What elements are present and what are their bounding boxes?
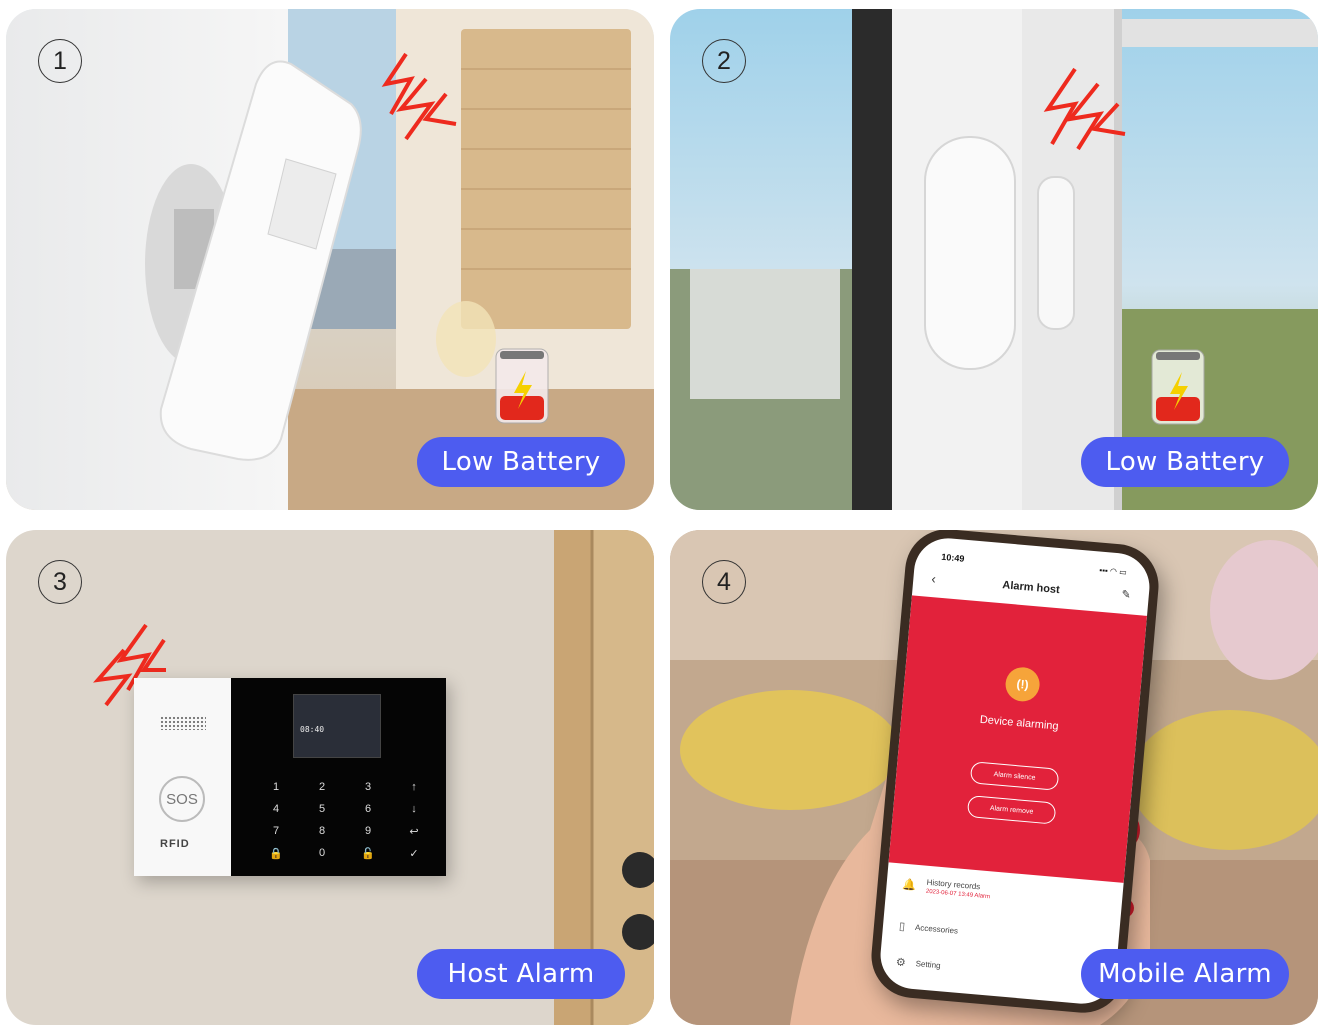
key[interactable]: 0 [299,842,345,864]
step-number-badge: 1 [38,39,82,83]
status-time: 10:49 [940,551,965,564]
panel-motion-sensor: 1 Low Battery [6,9,654,510]
key[interactable]: ↑ [391,776,437,798]
key[interactable]: 🔒 [253,842,299,864]
alarm-bell-icon: (!) [1004,665,1041,703]
bell-icon: 🔔 [902,878,917,892]
smartphone: 10:49 ▪▪▪ ◠ ▭ ‹ Alarm host ✎ (!) Device … [868,530,1162,1017]
phone-screen: 10:49 ▪▪▪ ◠ ▭ ‹ Alarm host ✎ (!) Device … [877,535,1153,1007]
step-number-badge: 2 [702,39,746,83]
accessories-label: Accessories [914,922,959,936]
rfid-label: RFID [160,838,190,850]
mobile-alarm-label: Mobile Alarm [1081,949,1289,999]
setting-label: Setting [915,959,941,971]
host-alarm-label: Host Alarm [417,949,625,999]
key[interactable]: ↩ [391,820,437,842]
accessories-row[interactable]: ▯ Accessories [898,920,1102,951]
alarm-status-area: (!) Device alarming Alarm silence Alarm … [888,595,1148,883]
panel-host-alarm: SOS RFID 08:40 1 2 3 ↑ 4 5 6 ↓ 7 8 9 ↩ 🔒… [6,530,654,1025]
low-battery-label: Low Battery [417,437,625,487]
key[interactable]: 9 [345,820,391,842]
key[interactable]: 4 [253,798,299,820]
edit-icon[interactable]: ✎ [1121,588,1131,602]
key[interactable]: 8 [299,820,345,842]
key[interactable]: 2 [299,776,345,798]
lcd-display: 08:40 [293,694,381,758]
setting-row[interactable]: ⚙ Setting [895,955,1099,986]
step-number-badge: 4 [702,560,746,604]
key[interactable]: 3 [345,776,391,798]
key[interactable]: 6 [345,798,391,820]
key[interactable]: ✓ [391,842,437,864]
history-records-row[interactable]: 🔔 History records 2023-06-07 13:49 Alarm [902,876,1107,911]
alarm-remove-button[interactable]: Alarm remove [966,795,1057,825]
panel-door-sensor: 2 Low Battery [670,9,1318,510]
motion-sensor-photo [6,9,654,510]
gear-icon: ⚙ [895,956,907,970]
alarm-silence-button[interactable]: Alarm silence [969,761,1060,791]
low-battery-label: Low Battery [1081,437,1289,487]
keypad: 1 2 3 ↑ 4 5 6 ↓ 7 8 9 ↩ 🔒 0 🔓 ✓ [253,776,437,864]
step-number-badge: 3 [38,560,82,604]
sos-button[interactable]: SOS [159,776,205,822]
door-sensor-photo [670,9,1318,510]
speaker-grille [160,716,206,730]
alarm-status-text: Device alarming [979,713,1059,733]
history-detail: 2023-06-07 13:49 Alarm [925,888,991,901]
panel-mobile-alarm: 10:49 ▪▪▪ ◠ ▭ ‹ Alarm host ✎ (!) Device … [670,530,1318,1025]
key[interactable]: 🔓 [345,842,391,864]
key[interactable]: 5 [299,798,345,820]
key[interactable]: 1 [253,776,299,798]
device-icon: ▯ [898,920,906,933]
keypad-screen: 08:40 1 2 3 ↑ 4 5 6 ↓ 7 8 9 ↩ 🔒 0 🔓 ✓ [231,678,446,876]
key[interactable]: ↓ [391,798,437,820]
status-icons: ▪▪▪ ◠ ▭ [1098,565,1128,577]
key[interactable]: 7 [253,820,299,842]
alarm-host-panel: SOS RFID 08:40 1 2 3 ↑ 4 5 6 ↓ 7 8 9 ↩ 🔒… [134,678,446,876]
lcd-time: 08:40 [300,725,325,734]
